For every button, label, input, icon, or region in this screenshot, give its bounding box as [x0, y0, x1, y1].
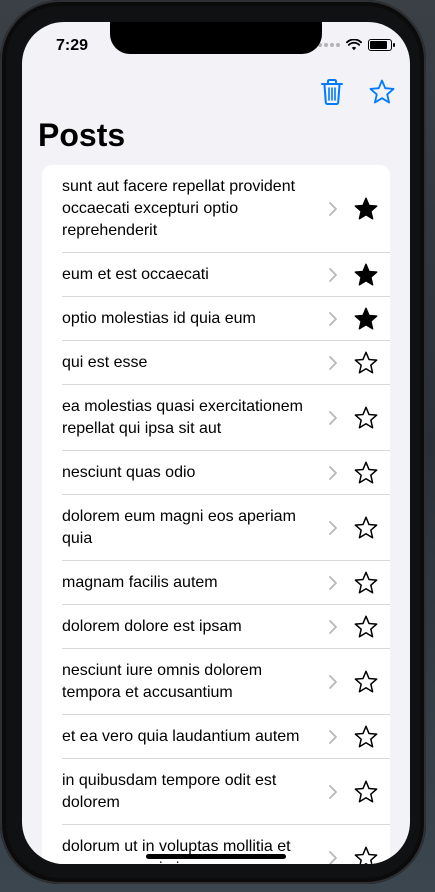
star-outline-icon [354, 725, 378, 748]
post-title: eum et est occaecati [62, 266, 209, 283]
posts-list: sunt aut facere repellat provident occae… [42, 165, 390, 864]
favorite-toggle-button[interactable] [352, 613, 380, 641]
post-row[interactable]: dolorem dolore est ipsam [42, 605, 390, 649]
favorite-toggle-button[interactable] [352, 668, 380, 696]
post-title: in quibusdam tempore odit est dolorem [62, 772, 277, 811]
post-title: nesciunt iure omnis dolorem tempora et a… [62, 662, 263, 701]
toolbar [318, 78, 396, 106]
chevron-right-icon [324, 785, 342, 799]
favorite-toggle-button[interactable] [352, 723, 380, 751]
star-outline-icon [354, 615, 378, 638]
favorite-toggle-button[interactable] [352, 459, 380, 487]
star-outline-icon [369, 79, 395, 104]
chevron-right-icon [324, 730, 342, 744]
signal-icon [318, 43, 340, 47]
chevron-right-icon [324, 312, 342, 326]
star-outline-icon [354, 846, 378, 864]
favorite-toggle-button[interactable] [352, 349, 380, 377]
post-row[interactable]: ea molestias quasi exercitationem repell… [42, 385, 390, 451]
wifi-icon [346, 39, 362, 51]
status-icons [318, 39, 395, 51]
post-title: ea molestias quasi exercitationem repell… [62, 398, 304, 437]
favorite-toggle-button[interactable] [352, 569, 380, 597]
favorite-toggle-button[interactable] [352, 261, 380, 289]
page-title: Posts [38, 117, 126, 153]
favorites-filter-button[interactable] [368, 78, 396, 106]
post-row[interactable]: eum et est occaecati [42, 253, 390, 297]
star-outline-icon [354, 516, 378, 539]
star-filled-icon [354, 263, 378, 286]
chevron-right-icon [324, 202, 342, 216]
star-outline-icon [354, 406, 378, 429]
post-row[interactable]: optio molestias id quia eum [42, 297, 390, 341]
star-outline-icon [354, 670, 378, 693]
camera-notch [110, 22, 322, 54]
chevron-right-icon [324, 675, 342, 689]
favorite-toggle-button[interactable] [352, 305, 380, 333]
post-row[interactable]: nesciunt iure omnis dolorem tempora et a… [42, 649, 390, 715]
post-row[interactable]: et ea vero quia laudantium autem [42, 715, 390, 759]
chevron-right-icon [324, 851, 342, 864]
status-time: 7:29 [56, 37, 89, 54]
star-filled-icon [354, 307, 378, 330]
battery-icon [368, 39, 395, 51]
chevron-right-icon [324, 521, 342, 535]
chevron-right-icon [324, 576, 342, 590]
home-indicator[interactable] [146, 854, 286, 859]
post-title: nesciunt quas odio [62, 464, 196, 481]
chevron-right-icon [324, 411, 342, 425]
post-title: magnam facilis autem [62, 574, 218, 591]
post-title: dolorem eum magni eos aperiam quia [62, 508, 296, 547]
post-title: sunt aut facere repellat provident occae… [62, 178, 296, 239]
post-title: dolorem dolore est ipsam [62, 618, 242, 635]
post-row[interactable]: dolorem eum magni eos aperiam quia [42, 495, 390, 561]
chevron-right-icon [324, 620, 342, 634]
post-row[interactable]: nesciunt quas odio [42, 451, 390, 495]
post-row[interactable]: in quibusdam tempore odit est dolorem [42, 759, 390, 825]
post-row[interactable]: qui est esse [42, 341, 390, 385]
star-filled-icon [354, 197, 378, 220]
post-row[interactable]: sunt aut facere repellat provident occae… [42, 165, 390, 253]
favorite-toggle-button[interactable] [352, 844, 380, 864]
post-row[interactable]: magnam facilis autem [42, 561, 390, 605]
chevron-right-icon [324, 466, 342, 480]
trash-icon [321, 79, 343, 105]
post-title: et ea vero quia laudantium autem [62, 728, 300, 745]
favorite-toggle-button[interactable] [352, 778, 380, 806]
favorite-toggle-button[interactable] [352, 514, 380, 542]
star-outline-icon [354, 780, 378, 803]
post-title: qui est esse [62, 354, 148, 371]
app-screen: 7:29 Posts sunt aut facere repellat prov… [22, 22, 410, 864]
phone-frame: 7:29 Posts sunt aut facere repellat prov… [0, 0, 426, 884]
chevron-right-icon [324, 268, 342, 282]
favorite-toggle-button[interactable] [352, 195, 380, 223]
star-outline-icon [354, 571, 378, 594]
delete-button[interactable] [318, 78, 346, 106]
post-title: optio molestias id quia eum [62, 310, 256, 327]
star-outline-icon [354, 351, 378, 374]
chevron-right-icon [324, 356, 342, 370]
favorite-toggle-button[interactable] [352, 404, 380, 432]
star-outline-icon [354, 461, 378, 484]
